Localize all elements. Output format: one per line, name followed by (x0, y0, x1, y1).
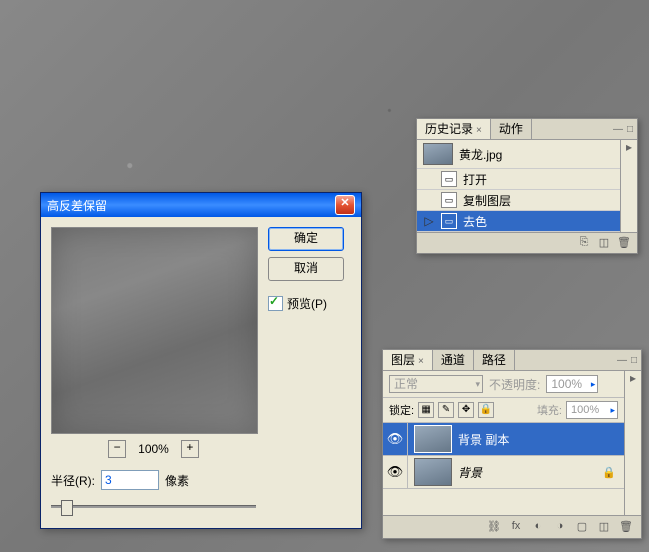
mask-icon[interactable]: ◐ (531, 520, 545, 534)
new-doc-icon[interactable]: ⎘ (577, 236, 591, 250)
radius-label: 半径(R): (51, 472, 95, 489)
layer-thumb[interactable] (414, 425, 452, 453)
history-panel: 历史记录× 动作 — □ 黄龙.jpg ▭ 打开 ▭ 复制图层 (416, 118, 638, 254)
lock-paint-icon[interactable]: ✎ (438, 402, 454, 418)
layer-thumb[interactable] (414, 458, 452, 486)
opacity-input[interactable]: 100% (546, 375, 598, 393)
snapshot-name: 黄龙.jpg (459, 146, 502, 163)
snapshot-thumb (423, 143, 453, 165)
fill-input[interactable]: 100% (566, 401, 618, 419)
opacity-label: 不透明度: (489, 376, 540, 393)
link-icon[interactable]: ⛓ (487, 520, 501, 534)
layer-name[interactable]: 背景 副本 (458, 431, 624, 448)
preview-image[interactable] (51, 227, 258, 434)
panel-menu-icon[interactable]: ▸ (624, 371, 641, 515)
zoom-in-button[interactable]: + (181, 440, 199, 458)
new-layer-icon[interactable]: ◫ (597, 520, 611, 534)
layer-item[interactable]: 👁 背景 副本 (383, 423, 624, 456)
trash-icon[interactable]: 🗑 (619, 520, 633, 534)
radius-unit: 像素 (165, 472, 189, 489)
fill-label: 填充: (537, 402, 562, 418)
blend-mode-select[interactable]: 正常 (389, 375, 483, 393)
lock-move-icon[interactable]: ✥ (458, 402, 474, 418)
visibility-toggle[interactable]: 👁 (383, 456, 408, 488)
trash-icon[interactable]: 🗑 (617, 236, 631, 250)
minimize-icon[interactable]: — (613, 124, 623, 135)
lock-label: 锁定: (389, 402, 414, 418)
layer-item[interactable]: 👁 背景 🔒 (383, 456, 624, 489)
lock-transparency-icon[interactable]: ▦ (418, 402, 434, 418)
layers-panel: 图层× 通道 路径 — □ 正常 不透明度: 100% 锁定: ▦ ✎ ✥ 🔒 … (382, 349, 642, 539)
visibility-toggle[interactable]: 👁 (383, 423, 408, 455)
history-item[interactable]: ▭ 打开 (417, 169, 620, 190)
history-brush-icon[interactable]: ▷ (423, 214, 435, 228)
radius-input[interactable] (101, 470, 159, 490)
lock-all-icon[interactable]: 🔒 (478, 402, 494, 418)
lock-icon: 🔒 (594, 466, 624, 479)
tab-history[interactable]: 历史记录× (417, 119, 491, 139)
history-snapshot[interactable]: 黄龙.jpg (417, 140, 620, 169)
new-snapshot-icon[interactable]: ◫ (597, 236, 611, 250)
close-icon[interactable]: × (476, 125, 482, 136)
fx-icon[interactable]: fx (509, 520, 523, 534)
preview-label: 预览(P) (287, 295, 327, 312)
zoom-level: 100% (138, 442, 169, 456)
tab-channels[interactable]: 通道 (433, 350, 474, 370)
folder-icon[interactable]: ▢ (575, 520, 589, 534)
dialog-titlebar[interactable]: 高反差保留 ✕ (41, 193, 361, 217)
dialog-title: 高反差保留 (47, 197, 107, 214)
layer-copy-icon: ▭ (441, 192, 457, 208)
zoom-out-button[interactable]: − (108, 440, 126, 458)
desaturate-icon: ▭ (441, 213, 457, 229)
history-item[interactable]: ▭ 复制图层 (417, 190, 620, 211)
minimize-icon[interactable]: — (617, 355, 627, 366)
tab-paths[interactable]: 路径 (474, 350, 515, 370)
tab-actions[interactable]: 动作 (491, 119, 532, 139)
close-button[interactable]: ✕ (335, 195, 355, 215)
ok-button[interactable]: 确定 (268, 227, 344, 251)
cancel-button[interactable]: 取消 (268, 257, 344, 281)
radius-slider[interactable] (51, 496, 256, 516)
open-icon: ▭ (441, 171, 457, 187)
high-pass-dialog: 高反差保留 ✕ − 100% + 半径(R): 像素 确定 取消 (40, 192, 362, 529)
tab-layers[interactable]: 图层× (383, 350, 433, 370)
history-item[interactable]: ▷ ▭ 去色 (417, 211, 620, 232)
preview-checkbox[interactable] (268, 296, 283, 311)
slider-thumb[interactable] (61, 500, 73, 516)
adjustment-icon[interactable]: ◑ (553, 520, 567, 534)
panel-menu-icon[interactable]: ▸ (620, 140, 637, 232)
collapse-icon[interactable]: □ (627, 124, 633, 135)
collapse-icon[interactable]: □ (631, 355, 637, 366)
close-icon[interactable]: × (418, 356, 424, 367)
layer-name[interactable]: 背景 (458, 464, 594, 481)
